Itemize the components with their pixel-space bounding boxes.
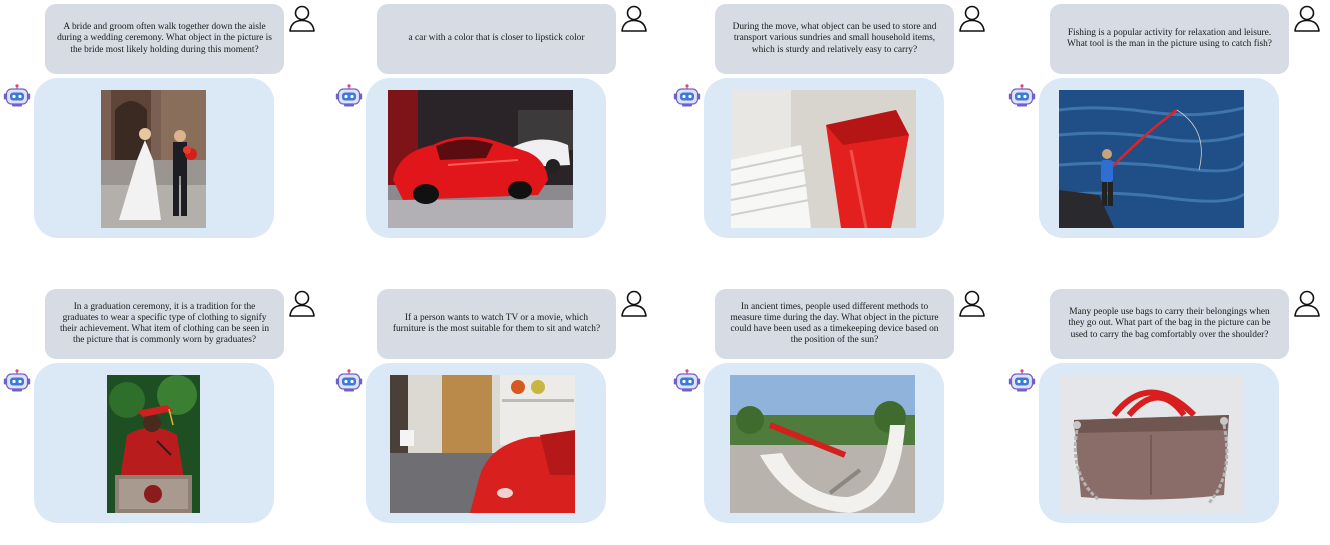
question-bubble: A bride and groom often walk together do…: [45, 4, 284, 74]
question-bubble: During the move, what object can be used…: [715, 4, 954, 74]
question-bubble: If a person wants to watch TV or a movie…: [377, 289, 616, 359]
question-text: In ancient times, people used different …: [730, 301, 939, 346]
robot-icon: [3, 369, 31, 393]
answer-bubble: [34, 78, 274, 238]
question-text: If a person wants to watch TV or a movie…: [392, 312, 601, 334]
robot-icon: [673, 84, 701, 108]
user-icon: [288, 289, 316, 319]
user-icon: [958, 289, 986, 319]
chat-panel-1: A bride and groom often walk together do…: [0, 0, 332, 260]
photo-red-sports-car: [388, 90, 573, 228]
question-text: In a graduation ceremony, it is a tradit…: [59, 301, 270, 346]
photo-handbag: [1059, 375, 1244, 513]
robot-icon: [3, 84, 31, 108]
robot-icon: [673, 369, 701, 393]
chat-panel-2: a car with a color that is closer to lip…: [332, 0, 664, 260]
chat-panel-7: In ancient times, people used different …: [670, 285, 1002, 545]
photo-red-bin: [731, 90, 916, 228]
robot-icon: [1008, 84, 1036, 108]
answer-bubble: [1039, 363, 1279, 523]
question-text: A bride and groom often walk together do…: [57, 22, 272, 55]
chat-panel-5: In a graduation ceremony, it is a tradit…: [0, 285, 332, 545]
answer-bubble: [366, 78, 606, 238]
photo-fisherman: [1059, 90, 1244, 228]
user-icon: [1293, 4, 1321, 34]
user-icon: [958, 4, 986, 34]
question-bubble: Many people use bags to carry their belo…: [1050, 289, 1289, 359]
answer-bubble: [366, 363, 606, 523]
chat-panel-8: Many people use bags to carry their belo…: [1005, 285, 1330, 545]
answer-bubble: [34, 363, 274, 523]
user-icon: [288, 4, 316, 34]
user-icon: [620, 4, 648, 34]
question-text: Fishing is a popular activity for relaxa…: [1067, 27, 1272, 49]
robot-icon: [1008, 369, 1036, 393]
chat-panel-6: If a person wants to watch TV or a movie…: [332, 285, 664, 545]
question-text: Many people use bags to carry their belo…: [1068, 307, 1271, 340]
question-text: During the move, what object can be used…: [732, 22, 937, 55]
photo-red-couch-room: [390, 375, 575, 513]
question-text: a car with a color that is closer to lip…: [408, 33, 585, 44]
robot-icon: [335, 84, 363, 108]
question-bubble: In ancient times, people used different …: [715, 289, 954, 359]
user-icon: [1293, 289, 1321, 319]
photo-bride-and-groom: [101, 90, 206, 228]
robot-icon: [335, 369, 363, 393]
question-bubble: In a graduation ceremony, it is a tradit…: [45, 289, 284, 359]
photo-sundial: [730, 375, 915, 513]
chat-panel-3: During the move, what object can be used…: [670, 0, 1002, 260]
chat-panel-4: Fishing is a popular activity for relaxa…: [1005, 0, 1330, 260]
answer-bubble: [704, 363, 944, 523]
answer-bubble: [1039, 78, 1279, 238]
question-bubble: Fishing is a popular activity for relaxa…: [1050, 4, 1289, 74]
question-bubble: a car with a color that is closer to lip…: [377, 4, 616, 74]
answer-bubble: [704, 78, 944, 238]
user-icon: [620, 289, 648, 319]
photo-graduate: [107, 375, 200, 513]
